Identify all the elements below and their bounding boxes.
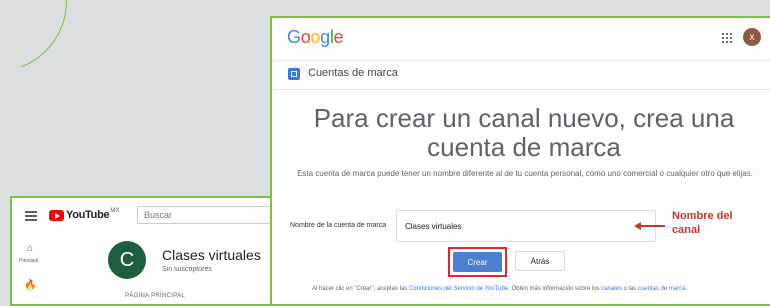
google-logo[interactable]: Google	[287, 27, 344, 48]
legal-prefix: Al hacer clic en "Crear", aceptas las	[312, 286, 409, 292]
subscriber-count: Sin suscriptores	[162, 266, 212, 273]
google-logo-letter: G	[287, 27, 301, 47]
page-title: Para crear un canal nuevo, crea una cuen…	[313, 103, 735, 162]
annotation-callout: Nombre del canal	[672, 210, 733, 236]
channel-name: Clases virtuales	[162, 247, 261, 263]
decorative-box	[0, 0, 71, 67]
google-logo-letter: g	[320, 27, 330, 47]
youtube-play-icon	[49, 209, 64, 221]
google-logo-letter: o	[310, 27, 321, 47]
sidebar-item-principal[interactable]: Principal	[19, 258, 38, 264]
page-description: Esta cuenta de marca puede tener un nomb…	[297, 169, 753, 178]
brand-accounts-link[interactable]: cuentas de marca	[638, 286, 686, 292]
brand-accounts-title[interactable]: Cuentas de marca	[308, 67, 398, 79]
google-header: Google x	[272, 18, 770, 61]
search-input[interactable]: Buscar	[137, 206, 270, 224]
account-avatar[interactable]: x	[743, 28, 761, 46]
google-logo-letter: o	[300, 27, 311, 47]
youtube-window: YouTube MX Buscar ⌂ Principal 🔥 C Clases…	[10, 196, 272, 306]
channel-avatar[interactable]: C	[108, 241, 146, 279]
youtube-region: MX	[110, 208, 120, 214]
annotation-arrow-head	[634, 222, 641, 230]
youtube-logo[interactable]: YouTube MX	[49, 208, 120, 221]
google-brand-account-window: Google x Cuentas de marca Para crear un …	[270, 16, 770, 306]
youtube-logo-text: YouTube	[66, 209, 110, 221]
brand-name-label: Nombre de la cuenta de marca	[290, 222, 387, 229]
create-button[interactable]: Crear	[453, 252, 502, 272]
home-icon[interactable]: ⌂	[24, 243, 36, 254]
menu-icon[interactable]	[25, 211, 37, 223]
back-button[interactable]: Atrás	[515, 251, 565, 271]
google-logo-letter: e	[333, 27, 344, 47]
apps-grid-icon[interactable]	[722, 33, 732, 43]
tab-home[interactable]: PÁGINA PRINCIPAL	[125, 293, 185, 299]
channels-link[interactable]: canales	[601, 286, 622, 292]
annotation-arrow-line	[637, 225, 665, 227]
trending-icon[interactable]: 🔥	[24, 280, 36, 291]
brand-name-input[interactable]: Clases virtuales	[396, 210, 656, 242]
legal-notice: Al hacer clic en "Crear", aceptas las Co…	[312, 286, 770, 292]
legal-suffix: .	[685, 286, 688, 292]
brand-accounts-bar: Cuentas de marca	[272, 61, 770, 90]
terms-link[interactable]: Condiciones del Servicio de YouTube	[409, 286, 508, 292]
youtube-topbar: YouTube MX Buscar	[12, 198, 270, 232]
create-button-highlight: Crear	[448, 247, 507, 277]
legal-and: o las	[621, 286, 638, 292]
decorative-frame	[0, 0, 71, 67]
legal-middle: . Obtén más información sobre los	[508, 286, 602, 292]
brand-account-icon	[288, 68, 300, 80]
